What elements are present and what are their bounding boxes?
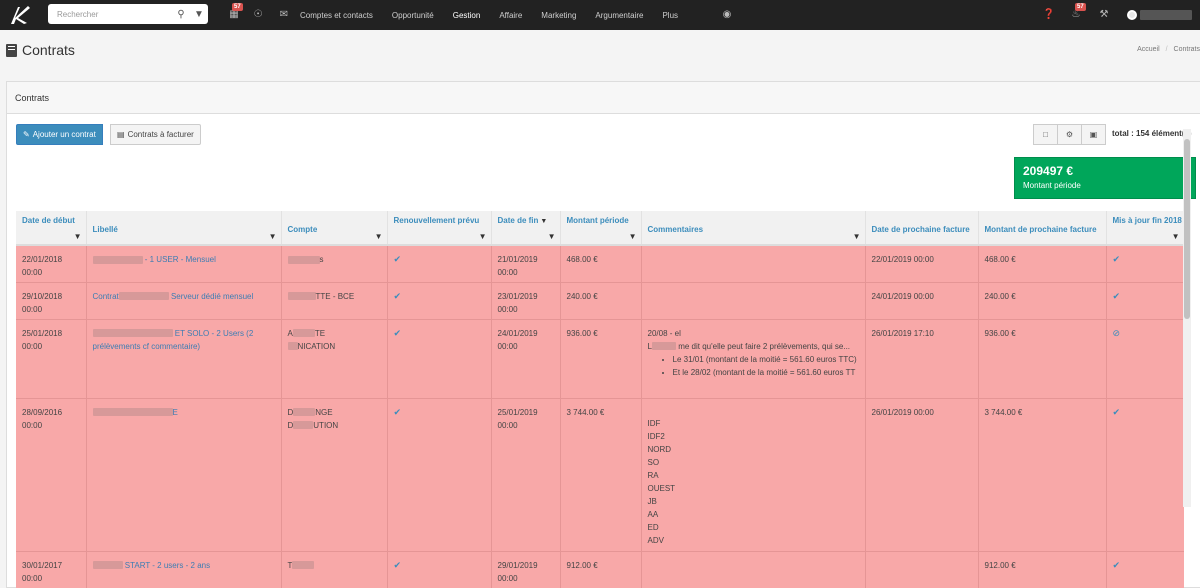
add-contract-button[interactable]: ✎ Ajouter un contrat <box>16 124 103 145</box>
col-period-amount[interactable]: Montant période ▼ <box>560 211 642 246</box>
contracts-table-wrapper: Date de début ▼ Libellé ▼ Compte ▼ Renouvel… <box>16 211 1184 588</box>
col-comments[interactable]: Commentaires ▼ <box>641 211 866 246</box>
edit-icon: ✎ <box>23 130 30 139</box>
nav-plus[interactable]: Plus <box>662 11 678 20</box>
filter-icon: ▼ <box>547 232 556 241</box>
panel-title: Contrats <box>7 82 1200 114</box>
col-next-invoice-amount[interactable]: Montant de prochaine facture <box>978 211 1107 246</box>
add-contract-label: Ajouter un contrat <box>32 130 96 139</box>
col-updated-2018[interactable]: Mis à jour fin 2018 ▼ <box>1106 211 1184 246</box>
settings-cogs-icon[interactable]: ⚙ <box>1057 124 1082 145</box>
check-icon: ✔ <box>393 406 402 417</box>
user-name-redacted[interactable] <box>1140 10 1192 20</box>
check-icon: ✔ <box>1112 254 1121 264</box>
search-box: ⚲ ▼ <box>48 4 208 24</box>
check-icon: ✔ <box>393 254 402 264</box>
filter-icon: ▼ <box>268 232 277 241</box>
avatar[interactable] <box>1127 10 1137 20</box>
table-tools: □ ⚙ ▣ <box>1033 124 1106 145</box>
filter-icon[interactable]: ▼ <box>190 9 208 20</box>
table-row[interactable]: 25/01/2018 00:00 ET SOLO - 2 Users (2 prél… <box>16 319 1184 399</box>
page-title-text: Contrats <box>22 42 75 58</box>
filter-icon: ▼ <box>478 232 487 241</box>
table-header-row: Date de début ▼ Libellé ▼ Compte ▼ Renouvel… <box>16 211 1184 246</box>
envelope-icon[interactable]: ✉ <box>276 0 292 30</box>
search-input[interactable] <box>48 5 172 23</box>
contracts-table: Date de début ▼ Libellé ▼ Compte ▼ Renouvel… <box>16 211 1184 588</box>
check-icon: ✔ <box>1112 406 1121 417</box>
filter-icon: ▼ <box>374 232 383 241</box>
filter-icon: ▼ <box>73 232 82 241</box>
breadcrumb-home[interactable]: Accueil <box>1137 46 1160 53</box>
nav-affaire[interactable]: Affaire <box>499 11 522 20</box>
check-icon: ✔ <box>1112 290 1121 301</box>
breadcrumb: Accueil / Contrats <box>1137 46 1200 53</box>
col-account[interactable]: Compte ▼ <box>281 211 388 246</box>
table-row[interactable]: 30/01/2017 00:00 START - 2 users - 2 ans … <box>16 551 1184 588</box>
dashboard-icon[interactable]: ◉ <box>719 0 735 30</box>
wrench-icon[interactable]: ⚒ <box>1096 0 1112 30</box>
col-end-date[interactable]: Date de fin ▼ ▼ <box>491 211 561 246</box>
contracts-to-invoice-button[interactable]: ▤ Contrats à facturer <box>110 124 201 145</box>
check-icon: ✔ <box>1112 559 1121 570</box>
contract-link[interactable]: - 1 USER - Mensuel <box>92 255 216 264</box>
cube-icon[interactable]: ▣ <box>1081 124 1106 145</box>
contracts-panel: Contrats ✎ Ajouter un contrat ▤ Contrats… <box>6 81 1200 588</box>
ban-icon: ⊘ <box>1112 327 1121 338</box>
nav-marketing[interactable]: Marketing <box>541 11 576 20</box>
help-icon[interactable]: ❓ <box>1041 0 1057 30</box>
building-icon: ▤ <box>117 130 125 139</box>
lightbulb-icon[interactable]: ☉ <box>250 0 266 30</box>
nav-opportunite[interactable]: Opportunité <box>392 11 434 20</box>
search-icon[interactable]: ⚲ <box>172 9 190 20</box>
filter-icon: ▼ <box>1171 232 1180 241</box>
top-navbar: ⚲ ▼ ▦ 57 ☉ ✉ Comptes et contacts Opportu… <box>0 0 1200 30</box>
app-logo[interactable] <box>8 4 32 26</box>
filter-icon: ▼ <box>852 232 861 241</box>
contract-link[interactable]: E <box>92 408 178 417</box>
check-icon: ✔ <box>393 327 402 338</box>
bell-badge: 57 <box>1075 3 1086 11</box>
nav-comptes-et-contacts[interactable]: Comptes et contacts <box>300 11 373 20</box>
total-count: total : 154 élément(s) <box>1112 129 1192 138</box>
check-icon: ✔ <box>393 559 402 570</box>
table-scrollbar[interactable] <box>1183 129 1191 507</box>
calendar-badge: 57 <box>232 3 243 11</box>
col-renewal[interactable]: Renouvellement prévu ▼ <box>387 211 492 246</box>
table-row[interactable]: 28/09/2016 00:00 E D NGE D UTION ✔ 25/01/201… <box>16 398 1184 552</box>
check-icon: ✔ <box>393 290 402 301</box>
contracts-to-invoice-label: Contrats à facturer <box>127 130 194 139</box>
nav-gestion[interactable]: Gestion <box>453 11 481 20</box>
main-nav: Comptes et contacts Opportunité Gestion … <box>300 0 697 30</box>
filter-icon: ▼ <box>628 232 637 241</box>
contract-link[interactable]: Contrat Serveur dédié mensuel <box>93 292 254 301</box>
table-row[interactable]: 29/10/2018 00:00 Contrat Serveur dédié me… <box>16 282 1184 320</box>
comment-list: Le 31/01 (montant de la moitié = 561.60 … <box>648 353 861 379</box>
page-title: Contrats <box>6 42 75 58</box>
scrollbar-thumb[interactable] <box>1184 139 1190 319</box>
export-file-icon[interactable]: □ <box>1033 124 1058 145</box>
period-amount-box: 209497 € Montant période <box>1014 157 1196 199</box>
nav-argumentaire[interactable]: Argumentaire <box>595 11 643 20</box>
col-start-date[interactable]: Date de début ▼ <box>16 211 87 246</box>
period-amount-value: 209497 € <box>1023 164 1074 178</box>
table-row[interactable]: 22/01/2018 00:00 - 1 USER - Mensuel s ✔ 2… <box>16 245 1184 283</box>
col-next-invoice-date[interactable]: Date de prochaine facture <box>865 211 979 246</box>
sort-desc-icon: ▼ <box>540 218 548 225</box>
period-amount-label: Montant période <box>1023 181 1081 190</box>
contract-link[interactable]: START - 2 users - 2 ans <box>92 561 210 570</box>
col-label[interactable]: Libellé ▼ <box>86 211 282 246</box>
book-icon <box>6 43 17 57</box>
breadcrumb-current: Contrats <box>1173 46 1200 53</box>
contract-link[interactable]: ET SOLO - 2 Users (2 prélèvements cf comm… <box>92 327 277 353</box>
